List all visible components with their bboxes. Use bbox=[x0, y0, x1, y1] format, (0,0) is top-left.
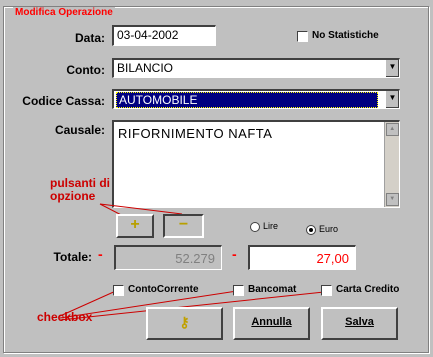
totale-sign-left: - bbox=[98, 246, 103, 262]
euro-label: Euro bbox=[319, 224, 339, 234]
carta-credito-label: Carta Credito bbox=[336, 284, 400, 295]
totale-label: Totale: bbox=[53, 250, 92, 264]
contocorrente-checkbox[interactable] bbox=[113, 285, 124, 296]
lire-label: Lire bbox=[263, 221, 279, 231]
bancomat-checkbox[interactable] bbox=[233, 285, 244, 296]
key-icon: ⚷ bbox=[179, 314, 190, 330]
plus-button[interactable]: + bbox=[116, 214, 154, 238]
totale-euro-value: 27,00 bbox=[316, 251, 349, 266]
annotation-arrows bbox=[59, 203, 325, 321]
annulla-button[interactable]: Annulla bbox=[233, 307, 310, 340]
carta-credito-checkbox[interactable] bbox=[321, 285, 332, 296]
totale-lire-value: 52.279 bbox=[175, 251, 215, 266]
contocorrente-label: ContoCorrente bbox=[128, 284, 199, 295]
lire-radio[interactable] bbox=[250, 222, 260, 232]
totale-sign-right: - bbox=[232, 246, 237, 262]
annotation-checkboxes: checkbox bbox=[37, 310, 93, 324]
totale-lire-field: 52.279 bbox=[114, 245, 222, 270]
euro-radio[interactable] bbox=[306, 225, 316, 235]
help-button[interactable]: ⚷ bbox=[146, 307, 223, 340]
totale-euro-field[interactable]: 27,00 bbox=[248, 245, 356, 270]
minus-button[interactable]: − bbox=[163, 214, 204, 238]
bancomat-label: Bancomat bbox=[248, 284, 297, 295]
salva-button[interactable]: Salva bbox=[321, 307, 398, 340]
